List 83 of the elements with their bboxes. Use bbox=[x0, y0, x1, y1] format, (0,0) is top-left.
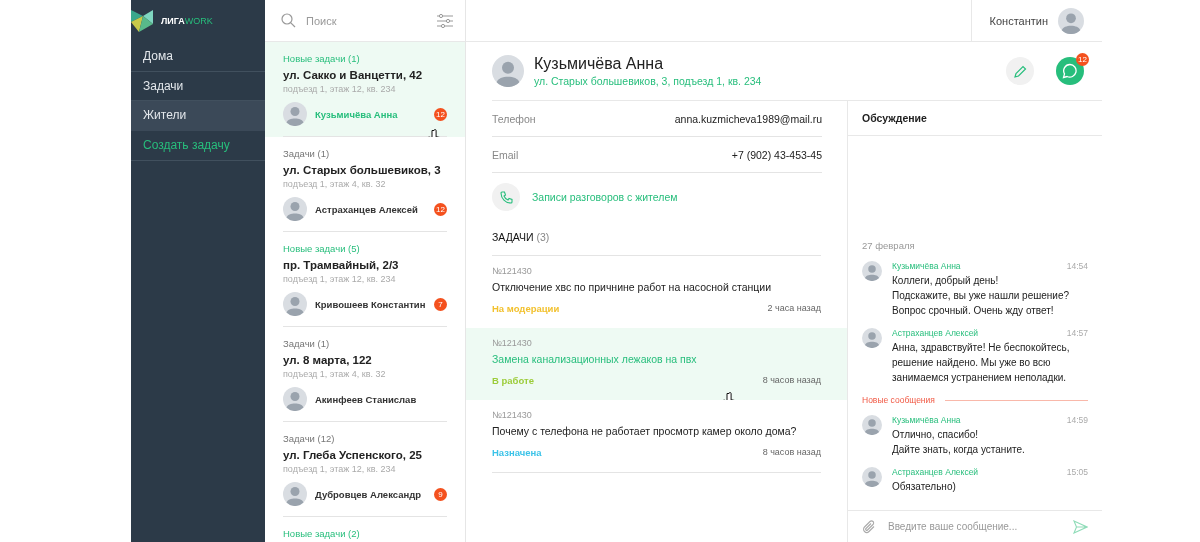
task-group-label: Задачи (12) bbox=[283, 433, 336, 444]
resident-name: Дубровцев Александр bbox=[315, 488, 423, 500]
avatar bbox=[283, 482, 307, 506]
avatar bbox=[283, 197, 307, 221]
message-author: Астраханцев Алексей bbox=[892, 467, 979, 477]
speech-bubble-icon bbox=[1062, 63, 1078, 79]
count-badge: 9 bbox=[434, 487, 447, 501]
logo-text: ЛИГАWORK bbox=[161, 16, 213, 26]
task-time: 8 часов назад bbox=[762, 447, 821, 458]
address-title: ул. Сакко и Ванцетти, 42 bbox=[283, 69, 424, 81]
chat-date: 27 февраля bbox=[862, 240, 916, 251]
avatar bbox=[862, 415, 882, 435]
message-time: 14:57 bbox=[1066, 328, 1088, 338]
paperclip-icon[interactable] bbox=[862, 519, 876, 534]
task-title: Замена канализационных лежаков на пвх bbox=[492, 353, 698, 365]
field-label: Телефон bbox=[492, 112, 536, 125]
avatar bbox=[492, 55, 524, 87]
avatar bbox=[862, 261, 882, 281]
count-badge: 12 bbox=[434, 107, 447, 121]
address-details: подъезд 1, этаж 4, кв. 32 bbox=[283, 369, 387, 379]
task-title: Отключение хвс по причнине работ на насосной станции bbox=[492, 281, 772, 293]
address-title: пр. Трамвайный, 2/3 bbox=[283, 259, 400, 271]
task-time: 8 часов назад bbox=[762, 375, 821, 386]
avatar bbox=[283, 387, 307, 411]
profile-address: ул. Старых большевиков, 3, подъезд 1, кв. 234 bbox=[534, 75, 763, 87]
avatar bbox=[862, 328, 882, 348]
phone-icon bbox=[492, 183, 520, 211]
message-author: Кузьмичёва Анна bbox=[892, 261, 961, 271]
count-badge: 12 bbox=[434, 202, 447, 216]
edit-button[interactable] bbox=[1006, 57, 1034, 85]
avatar bbox=[862, 467, 882, 487]
task-group-label: Новые задачи (5) bbox=[283, 243, 361, 254]
task-number: №121430 bbox=[492, 266, 533, 276]
address-details: подъезд 1, этаж 12, кв. 234 bbox=[283, 464, 397, 474]
avatar bbox=[283, 102, 307, 126]
count-badge: 12 bbox=[1076, 53, 1089, 66]
task-title: Почему с телефона не работает просмотр камер около дома? bbox=[492, 425, 798, 437]
task-status: В работе bbox=[492, 375, 534, 386]
pencil-icon bbox=[1013, 64, 1027, 78]
task-group-label: Задачи (1) bbox=[283, 338, 331, 349]
count-badge: 7 bbox=[434, 297, 447, 311]
search-icon bbox=[281, 13, 296, 28]
message-time: 14:54 bbox=[1066, 261, 1088, 271]
chat-title: Обсуждение bbox=[848, 100, 1102, 136]
task-group-label: Новые задачи (2) bbox=[283, 528, 361, 539]
message-time: 15:05 bbox=[1066, 467, 1088, 477]
message-author: Астраханцев Алексей bbox=[892, 328, 979, 338]
address-details: подъезд 1, этаж 12, кв. 234 bbox=[283, 84, 397, 94]
resident-name: Кривошеев Константин bbox=[315, 298, 426, 310]
address-details: подъезд 1, этаж 4, кв. 32 bbox=[283, 179, 387, 189]
task-status: На модерации bbox=[492, 303, 560, 314]
resident-name: Акинфеев Станислав bbox=[315, 393, 418, 405]
task-time: 2 часа назад bbox=[767, 303, 821, 314]
avatar bbox=[283, 292, 307, 316]
message-text: Анна, здравствуйте! Не беспокойтесь, решение найдено. Мы уже во всю занимаемся устранением неполадки. bbox=[892, 341, 1071, 385]
field-value: +7 (902) 43-453-45 bbox=[731, 148, 822, 161]
task-number: №121430 bbox=[492, 338, 533, 348]
message-time: 14:59 bbox=[1066, 415, 1088, 425]
user-name: Константин bbox=[989, 14, 1048, 27]
address-title: ул. Старых большевиков, 3 bbox=[283, 164, 442, 176]
task-number: №121430 bbox=[492, 410, 533, 420]
task-row[interactable]: №121430 Замена канализационных лежаков на пвх В работе 8 часов назад bbox=[466, 328, 847, 400]
sidebar-item[interactable]: Жители bbox=[131, 101, 265, 131]
filter-icon[interactable] bbox=[437, 12, 453, 29]
task-status: Назначена bbox=[492, 447, 542, 458]
task-group-label: Задачи (1) bbox=[283, 148, 331, 159]
message-text: Коллеги, добрый день! Подскажите, вы уже нашли решение? Вопрос срочный. Очень жду ответ! bbox=[892, 274, 1071, 318]
task-group-label: Новые задачи (1) bbox=[283, 53, 361, 64]
profile-name: Кузьмичёва Анна bbox=[534, 55, 665, 73]
field-label: Email bbox=[492, 148, 519, 161]
message-text: Обязательно) bbox=[892, 480, 957, 494]
new-messages-label: Новые сообщения bbox=[862, 395, 935, 405]
address-title: ул. Глеба Успенского, 25 bbox=[283, 449, 423, 461]
address-details: подъезд 1, этаж 12, кв. 234 bbox=[283, 274, 397, 284]
resident-name: Астраханцев Алексей bbox=[315, 203, 419, 215]
message-author: Кузьмичёва Анна bbox=[892, 415, 961, 425]
resident-name: Кузьмичёва Анна bbox=[315, 108, 399, 120]
avatar bbox=[1058, 7, 1084, 34]
send-icon[interactable] bbox=[1073, 519, 1088, 534]
field-value: anna.kuzmicheva1989@mail.ru bbox=[674, 112, 822, 125]
address-title: ул. 8 марта, 122 bbox=[283, 354, 373, 366]
message-text: Отлично, спасибо! Дайте знать, когда устаните. bbox=[892, 428, 1026, 457]
resident-card[interactable]: Новые задачи (1) ул. Сакко и Ванцетти, 42 подъезд 1, этаж 12, кв. 234 Кузьмичёва Анна 12 bbox=[265, 42, 465, 137]
